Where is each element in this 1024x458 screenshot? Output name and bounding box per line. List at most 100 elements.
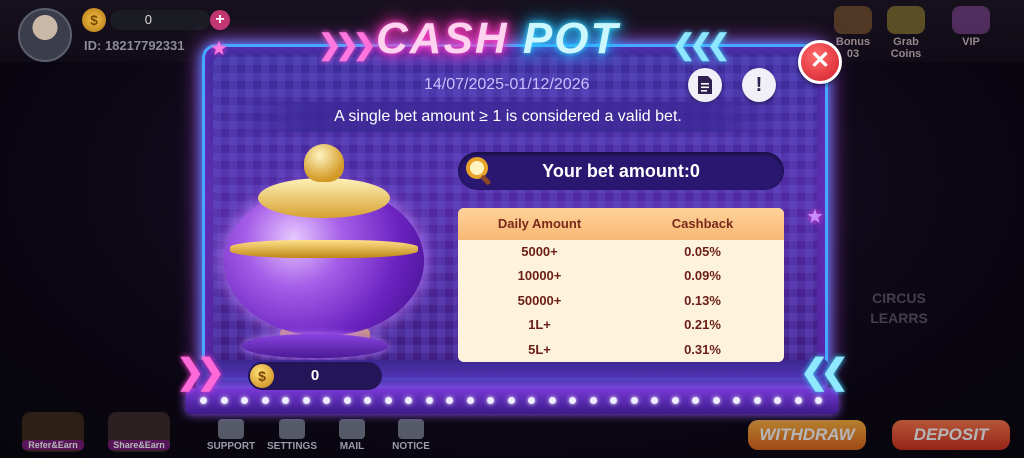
chevron-left-decoration: ❯❯❯ (318, 29, 376, 60)
stage-light (733, 397, 740, 404)
coins-icon (887, 6, 925, 34)
pot-band (230, 240, 418, 258)
notice-icon (398, 419, 424, 439)
title-cash: CASH (376, 14, 509, 63)
chevron-left-icon: ❮❮ (800, 353, 849, 391)
header-daily-amount: Daily Amount (497, 216, 582, 231)
close-icon: ✕ (809, 47, 831, 74)
stage-light (528, 397, 535, 404)
stage-light (712, 397, 720, 404)
table-row: 5L+ 0.31% (458, 338, 784, 362)
circus-banner: CIRCUS LEARRS (870, 290, 928, 326)
stage-light (610, 397, 617, 404)
stage-light (241, 397, 248, 404)
refer-earn-button[interactable]: Refer&Earn (22, 412, 84, 452)
avatar[interactable] (18, 8, 72, 62)
headset-icon (218, 419, 244, 439)
pot-pedestal (242, 334, 388, 358)
stage-light (405, 397, 412, 404)
grab-coins-label: Grab Coins (890, 36, 922, 60)
valid-bet-rule: A single bet amount ≥ 1 is considered a … (228, 102, 788, 132)
coin-icon: $ (82, 8, 106, 32)
title-pot: POT (522, 14, 620, 63)
bet-amount-text: Your bet amount:0 (542, 161, 700, 181)
table-row: 1L+ 0.21% (458, 313, 784, 337)
cashback-table: Daily Amount Cashback 5000+ 0.05% 10000+… (458, 208, 784, 362)
add-balance-button[interactable]: + (210, 10, 230, 30)
daily-amount-cell: 5L+ (528, 341, 551, 357)
stage-light (548, 397, 556, 404)
stage-light (487, 397, 494, 404)
bonus-label: Bonus (835, 36, 871, 48)
stage-light (692, 397, 699, 404)
crown-icon (952, 6, 990, 34)
support-nav[interactable]: SUPPORT (206, 419, 256, 452)
stage-light (384, 397, 392, 404)
chevron-right-icon: ❯❯ (176, 353, 225, 391)
stage-light (425, 397, 433, 404)
share-earn-label: Share&Earn (108, 440, 170, 450)
balance-display: 0 (110, 10, 210, 30)
cashback-cell: 0.09% (684, 268, 721, 284)
bet-amount-box: Your bet amount:0 (458, 152, 784, 190)
table-header: Daily Amount Cashback (458, 208, 784, 240)
document-icon (698, 76, 712, 94)
stage-light (200, 397, 207, 404)
deposit-button[interactable]: DEPOSIT (892, 420, 1010, 450)
table-row: 50000+ 0.13% (458, 289, 784, 313)
cash-pot-illustration (218, 140, 430, 360)
stage-light (302, 397, 310, 404)
stage-light (446, 397, 453, 404)
stage-light (220, 397, 228, 404)
star-decoration: ★ (210, 38, 228, 60)
stage-light (753, 397, 761, 404)
chevron-right-decoration: ❮❮❮ (672, 29, 730, 60)
pot-amount: 0 (310, 367, 320, 384)
mail-label: MAIL (339, 441, 365, 452)
info-button[interactable]: ! (742, 68, 776, 102)
vip-label: VIP (962, 36, 980, 48)
withdraw-button[interactable]: WITHDRAW (748, 420, 866, 450)
stage-light (815, 397, 822, 404)
mail-nav[interactable]: MAIL (334, 419, 370, 452)
vip-item[interactable]: VIP (948, 6, 994, 48)
mail-icon (339, 419, 365, 439)
header-cashback: Cashback (671, 216, 734, 231)
star-decoration: ★ (806, 206, 824, 228)
table-row: 5000+ 0.05% (458, 240, 784, 264)
user-id: ID: 18217792331 (84, 38, 185, 53)
pot-knob (304, 144, 344, 182)
stage-light (569, 397, 576, 404)
daily-amount-cell: 10000+ (517, 268, 562, 284)
stage-light (343, 397, 351, 404)
stage-light (261, 397, 269, 404)
cashback-cell: 0.21% (684, 317, 721, 333)
exclamation-icon: ! (755, 74, 763, 96)
bonus-icon (834, 6, 872, 34)
grab-coins-item[interactable]: Grab Coins (878, 6, 934, 60)
support-label: SUPPORT (206, 441, 256, 452)
stage-light (671, 397, 679, 404)
stage-light (323, 397, 330, 404)
settings-label: SETTINGS (266, 441, 317, 452)
gear-icon (279, 419, 305, 439)
refer-earn-label: Refer&Earn (22, 440, 84, 450)
stage-light (364, 397, 371, 404)
event-date-range: 14/07/2025-01/12/2026 (424, 76, 590, 93)
cashback-cell: 0.13% (684, 292, 721, 308)
daily-amount-cell: 50000+ (517, 292, 562, 308)
stage-light (630, 397, 638, 404)
notice-nav[interactable]: NOTICE (390, 419, 432, 452)
stage-light (589, 397, 597, 404)
share-earn-button[interactable]: Share&Earn (108, 412, 170, 452)
close-button[interactable]: ✕ (798, 40, 842, 84)
pot-amount-display: $ 0 (248, 362, 382, 390)
stage-lights (186, 388, 838, 414)
pot-lid (258, 178, 390, 218)
stage-light (466, 397, 474, 404)
daily-amount-cell: 5000+ (521, 244, 558, 259)
cashback-cell: 0.05% (684, 244, 721, 259)
stage-light (794, 397, 802, 404)
settings-nav[interactable]: SETTINGS (264, 419, 320, 452)
rules-button[interactable] (688, 68, 722, 102)
